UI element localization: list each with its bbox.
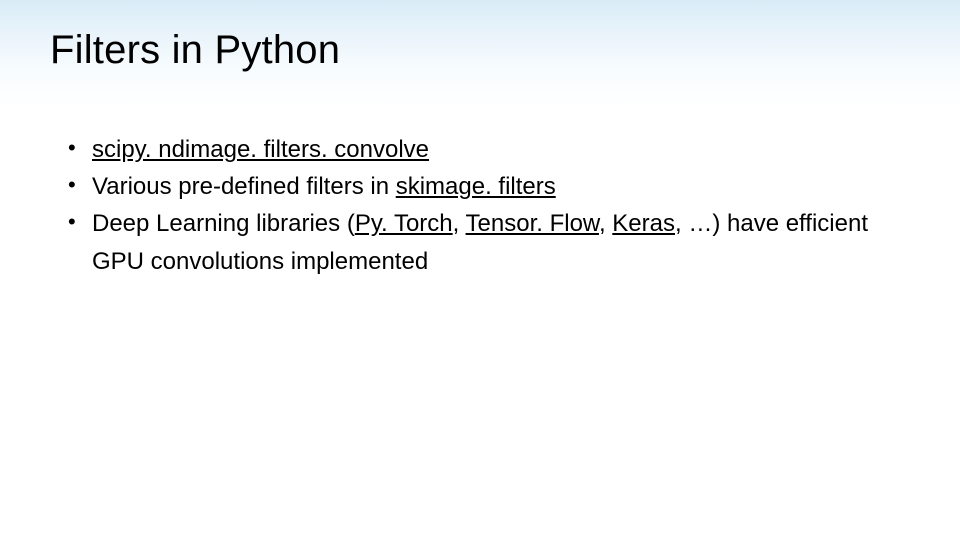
- link-tensorflow[interactable]: Tensor. Flow: [466, 210, 599, 237]
- slide-title: Filters in Python: [50, 28, 910, 73]
- link-pytorch[interactable]: Py. Torch: [355, 210, 453, 237]
- bullet-item-1: scipy. ndimage. filters. convolve: [68, 131, 910, 168]
- bullet-2-text: Various pre-defined filters in: [92, 173, 396, 200]
- bullet-item-2: Various pre-defined filters in skimage. …: [68, 168, 910, 205]
- bullet-3-text-3: ,: [599, 210, 612, 237]
- slide: Filters in Python scipy. ndimage. filter…: [0, 0, 960, 540]
- link-scipy-convolve[interactable]: scipy. ndimage. filters. convolve: [92, 136, 429, 163]
- bullet-3-text-1: Deep Learning libraries (: [92, 210, 355, 237]
- link-skimage-filters[interactable]: skimage. filters: [396, 173, 556, 200]
- link-keras[interactable]: Keras: [612, 210, 675, 237]
- bullet-3-text-2: ,: [453, 210, 466, 237]
- bullet-item-3: Deep Learning libraries (Py. Torch, Tens…: [68, 205, 910, 279]
- bullet-list: scipy. ndimage. filters. convolve Variou…: [50, 131, 910, 280]
